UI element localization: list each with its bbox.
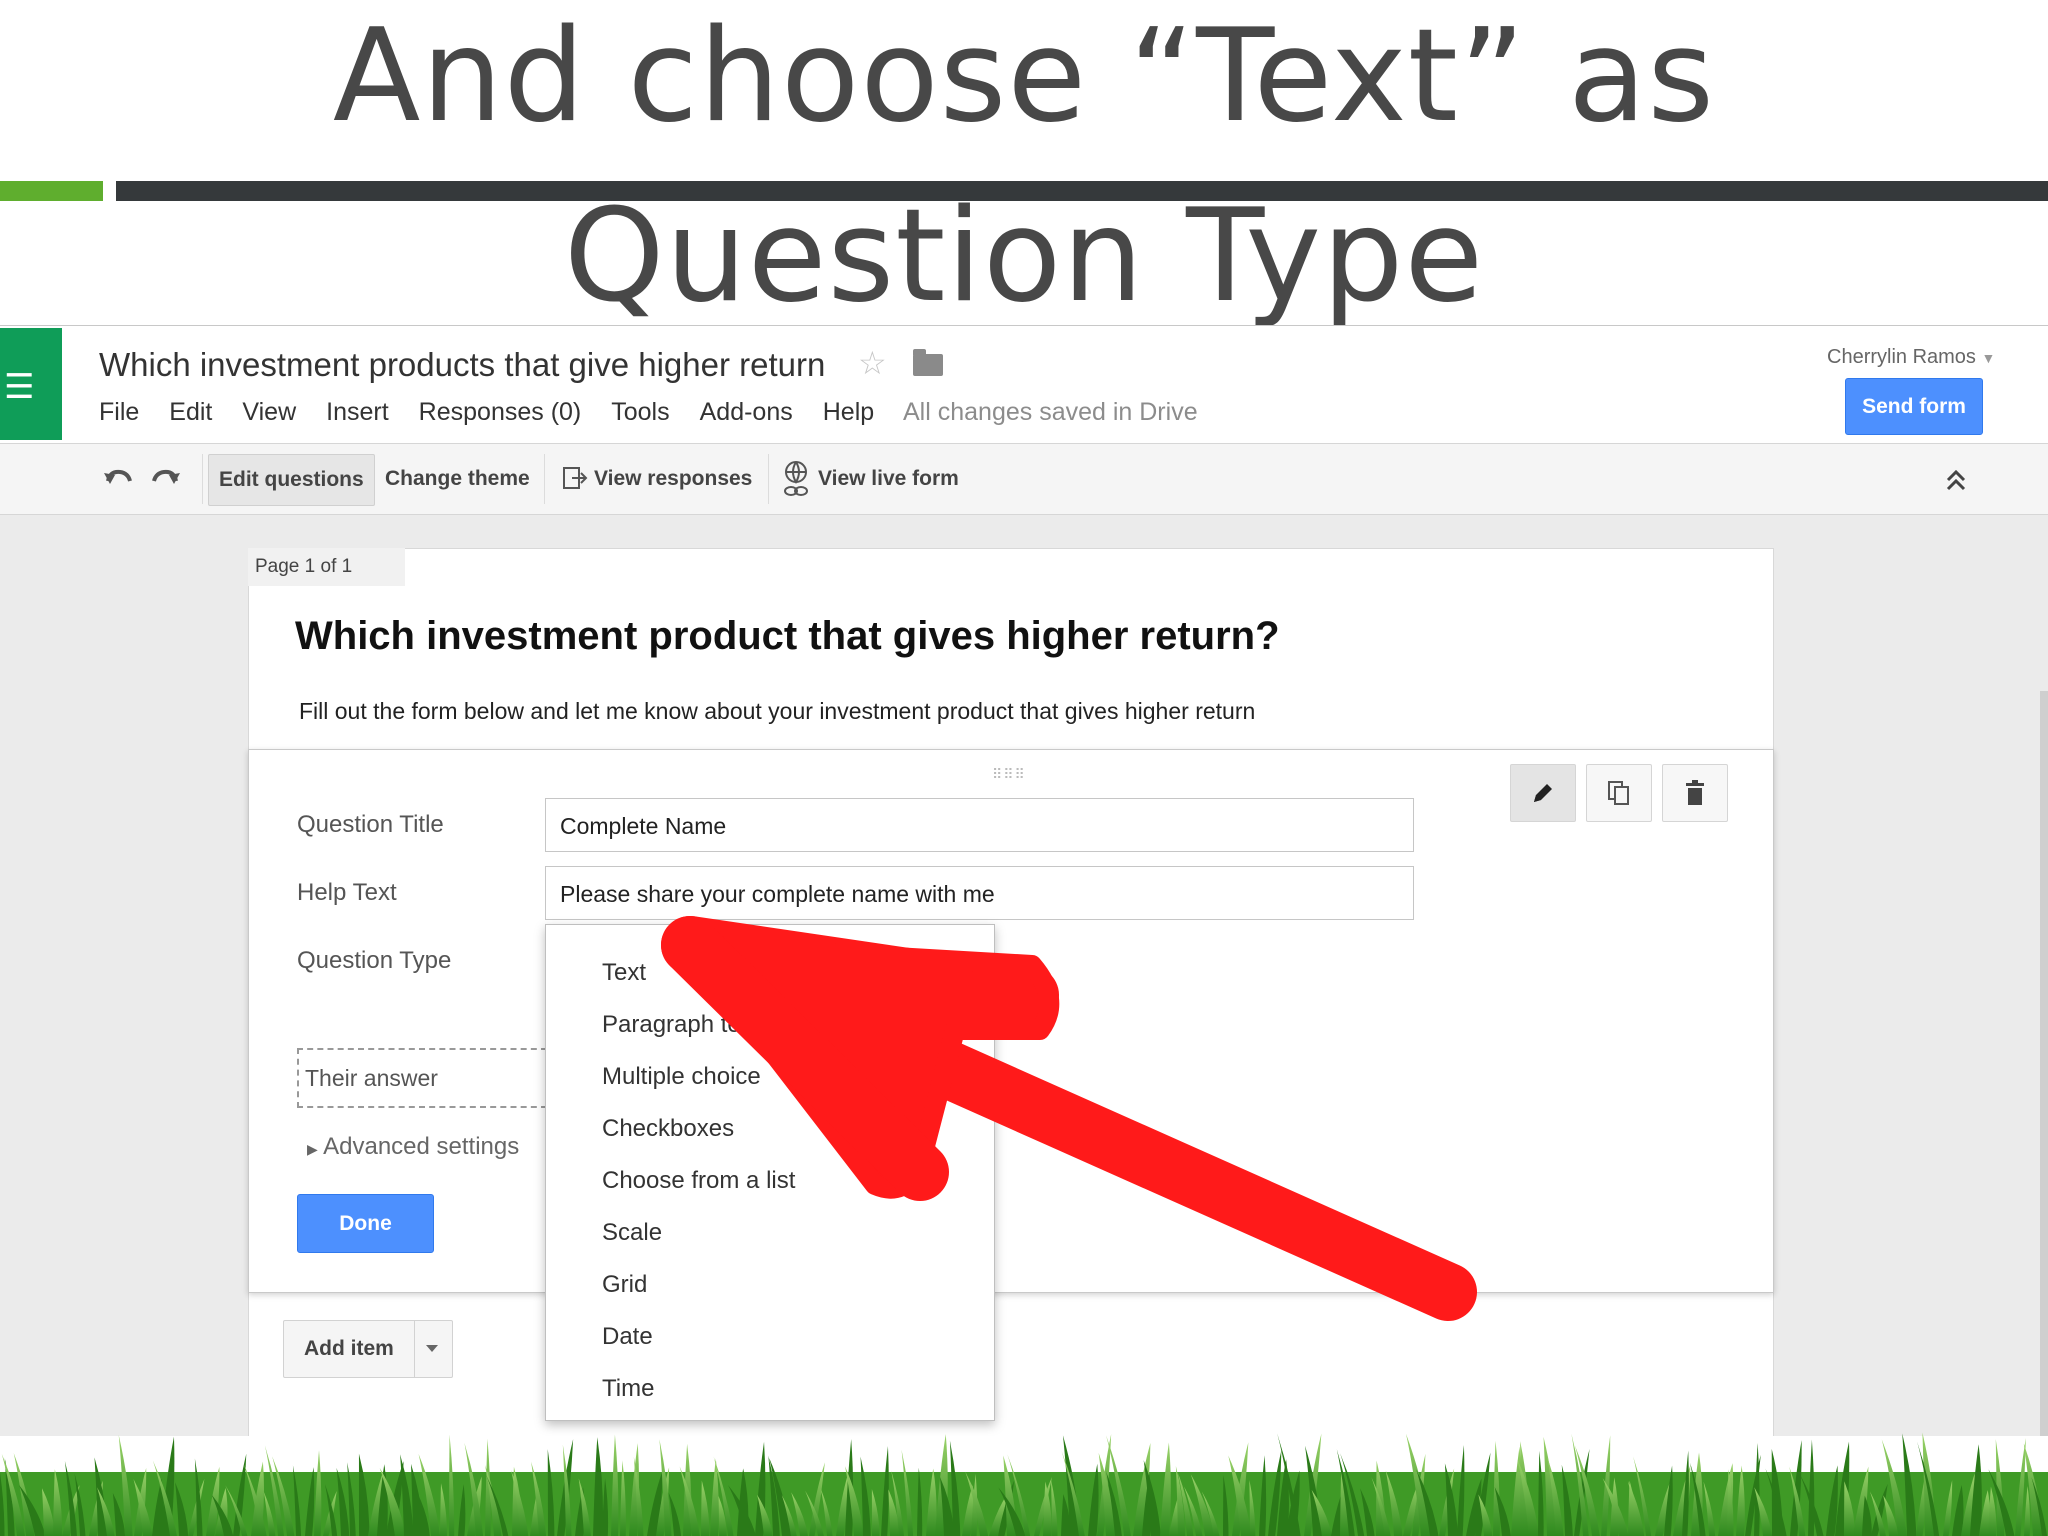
send-form-button[interactable]: Send form [1845, 378, 1983, 435]
question-type-option[interactable]: Choose from a list [602, 1167, 795, 1195]
question-type-option[interactable]: Date [602, 1323, 653, 1351]
menu-addons[interactable]: Add-ons [700, 398, 793, 427]
edit-questions-tab[interactable]: Edit questions [208, 454, 375, 506]
globe-link-icon [784, 461, 808, 496]
question-type-option[interactable]: Multiple choice [602, 1063, 761, 1091]
redo-icon[interactable] [150, 464, 182, 494]
page-indicator: Page 1 of 1 [248, 548, 405, 586]
chevron-down-icon: ▼ [1981, 350, 1996, 366]
question-type-option[interactable]: Paragraph text [602, 1011, 759, 1039]
folder-icon[interactable] [913, 349, 943, 376]
toolbar-separator [768, 454, 769, 504]
caret-down-icon[interactable] [426, 1345, 438, 1352]
change-theme-tab[interactable]: Change theme [385, 454, 530, 504]
question-type-option[interactable]: Text [602, 959, 646, 987]
menu-bar: File Edit View Insert Responses (0) Tool… [99, 398, 904, 427]
edit-question-button[interactable] [1510, 764, 1576, 822]
slide-title-line-2: Question Type [563, 182, 1485, 331]
question-type-dropdown: Text Paragraph text Multiple choice Chec… [545, 924, 995, 1421]
star-icon[interactable]: ☆ [858, 344, 887, 382]
collapse-icon[interactable] [1942, 464, 1970, 494]
triangle-right-icon: ▶ [307, 1141, 318, 1157]
duplicate-question-button[interactable] [1586, 764, 1652, 822]
slide-title-line-1: And choose “Text” as [332, 2, 1716, 151]
menu-edit[interactable]: Edit [169, 398, 212, 427]
view-live-form-button[interactable]: View live form [818, 454, 959, 504]
toolbar-separator [544, 454, 545, 504]
pencil-icon [1534, 784, 1552, 802]
question-type-option[interactable]: Checkboxes [602, 1115, 734, 1143]
sheets-list-icon[interactable]: ☰ [0, 328, 62, 440]
form-description[interactable]: Fill out the form below and let me know … [299, 698, 1255, 725]
trash-icon [1686, 780, 1704, 805]
form-title[interactable]: Which investment product that gives high… [295, 614, 1280, 659]
duplicate-icon [1608, 781, 1629, 805]
help-text-input[interactable]: Please share your complete name with me [545, 866, 1414, 920]
forms-screenshot: ☰ Which investment products that give hi… [0, 325, 2048, 1436]
add-item-label: Add item [304, 1337, 394, 1360]
question-title-label: Question Title [297, 811, 444, 838]
menu-file[interactable]: File [99, 398, 139, 427]
user-account-menu[interactable]: Cherrylin Ramos ▼ [1827, 346, 1995, 369]
question-type-option[interactable]: Scale [602, 1219, 662, 1247]
question-title-input[interactable]: Complete Name [545, 798, 1414, 852]
drag-handle[interactable]: ⠿⠿⠿ [992, 766, 1026, 783]
add-item-button[interactable]: Add item [283, 1320, 453, 1378]
answer-preview: Their answer [297, 1048, 547, 1108]
save-status: All changes saved in Drive [903, 398, 1198, 426]
menu-responses[interactable]: Responses (0) [419, 398, 582, 427]
toolbar-separator [202, 454, 203, 504]
menu-view[interactable]: View [242, 398, 296, 427]
question-type-option[interactable]: Time [602, 1375, 654, 1403]
grass-decoration [0, 1432, 2048, 1536]
document-title[interactable]: Which investment products that give high… [99, 346, 825, 384]
undo-icon[interactable] [102, 464, 134, 494]
done-button[interactable]: Done [297, 1194, 434, 1253]
grass-blade [1493, 1440, 1500, 1536]
advanced-settings-toggle[interactable]: ▶ Advanced settings [307, 1133, 519, 1161]
menu-insert[interactable]: Insert [326, 398, 389, 427]
delete-question-button[interactable] [1662, 764, 1728, 822]
user-name: Cherrylin Ramos [1827, 346, 1976, 368]
responses-icon [563, 467, 588, 489]
question-type-option[interactable]: Grid [602, 1271, 647, 1299]
app-header: ☰ Which investment products that give hi… [0, 326, 2048, 444]
page-scrollbar[interactable] [2040, 691, 2048, 1436]
menu-help[interactable]: Help [823, 398, 874, 427]
help-text-label: Help Text [297, 879, 397, 906]
form-toolbar: Edit questions Change theme View respons… [0, 444, 2048, 515]
question-type-label: Question Type [297, 947, 452, 974]
advanced-settings-label: Advanced settings [323, 1133, 520, 1160]
menu-tools[interactable]: Tools [611, 398, 669, 427]
split-divider [414, 1321, 415, 1377]
view-responses-button[interactable]: View responses [594, 454, 752, 504]
